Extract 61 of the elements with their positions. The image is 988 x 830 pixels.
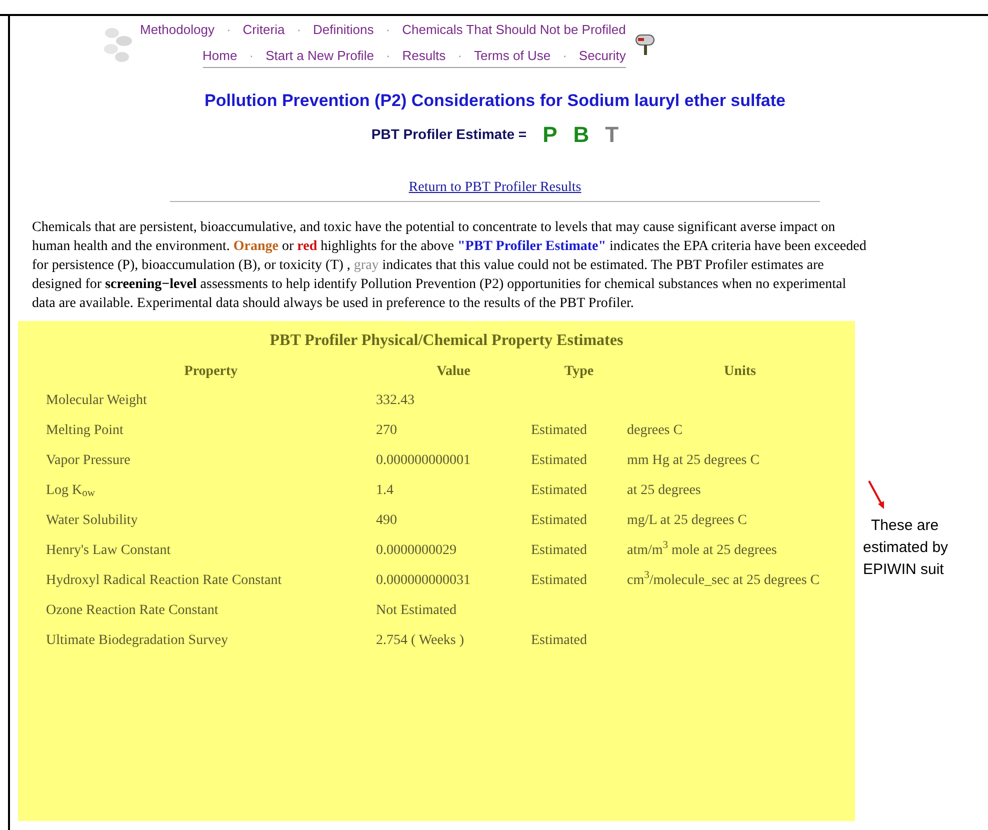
estimate-letter: P [542, 120, 558, 148]
nav-link[interactable]: Security [578, 46, 626, 65]
table-cell-text: Log K$_{ow}$ [46, 482, 96, 502]
separator-dot: · [296, 21, 302, 39]
table-cell-text: Estimated [531, 422, 588, 440]
page-title: Pollution Prevention (P2) Considerations for Sodium lauryl ether sulfate [204, 90, 786, 112]
return-link[interactable]: Return to PBT Profiler Results [408, 180, 582, 194]
intro-paragraph: Chemicals that are persistent, bioaccumulative, and toxic have the potential to concentrate to levels that may cause significant averse impact on human health and the environment. Orange or red highlights for the above "PBT Profiler Estimate" indicates the EPA criteria have been exceeded for persistence (P), bioaccumulation (B), or toxicity (T) , gray indicates that this value could not be estimated. The PBT Profiler estimates are designed for screening−level assessments to help identify Pollution Prevention (P2) opportunities for chemical substances when no experimental data are available. Experimental data should always be used in preference to the results of the PBT Profiler. [32, 218, 868, 312]
table-cell-text: degrees C [627, 422, 684, 440]
table-cell-text: 2.754 ( Weeks ) [376, 632, 466, 650]
nav-link[interactable]: Home [202, 46, 238, 65]
table-cell-text: Ultimate Biodegradation Survey [46, 632, 229, 650]
estimate-letter: B [573, 120, 590, 148]
table-cell-text: Estimated [531, 572, 588, 590]
nav-link[interactable]: Methodology [140, 20, 214, 40]
nav-link[interactable]: Criteria [242, 20, 285, 40]
nav-link[interactable]: Chemicals That Should Not be Profiled [402, 20, 626, 40]
table-cell-text: 490 [376, 512, 398, 530]
table-cell-text: Vapor Pressure [46, 452, 132, 470]
arrow-icon [867, 478, 887, 510]
separator-dot: · [458, 46, 462, 64]
separator-dot: · [226, 21, 231, 39]
table-cell-text: 0.0000000029 [376, 542, 458, 560]
table-cell-text: atm/m$^{3}$ mole at 25 degrees [627, 539, 778, 560]
table-cell-text: 332.43 [376, 392, 416, 410]
table-cell-text: cm$^{3}$/molecule_sec at 25 degrees C [627, 569, 821, 590]
table-cell-text: 1.4 [376, 482, 394, 500]
table-cell-text: 0.000000000031 [376, 572, 472, 590]
table-cell-text: 0.000000000001 [376, 452, 472, 470]
table-cell-text: Estimated [531, 452, 588, 470]
table-cell-text: Estimated [531, 632, 588, 650]
separator-dot: · [386, 46, 390, 64]
nav-link[interactable]: Start a New Profile [266, 46, 374, 65]
table-cell-text: Estimated [531, 512, 588, 530]
separator-dot: · [386, 21, 390, 39]
table-cell-text: mg/L at 25 degrees C [627, 512, 748, 530]
table-cell-text: mm Hg at 25 degrees C [627, 452, 761, 470]
table-cell-text: Melting Point [46, 422, 124, 440]
column-header: Units [723, 362, 757, 380]
annotation-text: These are estimated by EPIWIN suit [863, 516, 948, 580]
table-cell-text: Estimated [531, 482, 588, 500]
table-cell-text: at 25 degrees [627, 482, 702, 500]
column-header: Type [563, 362, 595, 380]
estimate-letter: T [605, 120, 619, 148]
table-cell-text: Molecular Weight [46, 392, 148, 410]
table-cell-text: Hydroxyl Radical Reaction Rate Constant [46, 572, 283, 590]
table-cell-text: Estimated [531, 542, 588, 560]
separator-dot: · [562, 46, 567, 64]
separator-dot: · [249, 46, 254, 64]
nav-link[interactable]: Definitions [313, 20, 374, 40]
estimate-label: PBT Profiler Estimate = [371, 124, 527, 144]
nav-link[interactable]: Results [402, 46, 446, 65]
nav-link[interactable]: Terms of Use [474, 46, 551, 65]
table-cell-text: Not Estimated [376, 602, 458, 620]
table-cell-text: Water Solubility [46, 512, 139, 530]
table-cell-text: Ozone Reaction Rate Constant [46, 602, 220, 620]
column-header: Value [436, 362, 472, 380]
table-cell-text: 270 [376, 422, 398, 440]
table-cell-text: Henry's Law Constant [46, 542, 172, 560]
column-header: Property [183, 362, 239, 380]
table-title: PBT Profiler Physical/Chemical Property Estimates [268, 330, 624, 350]
